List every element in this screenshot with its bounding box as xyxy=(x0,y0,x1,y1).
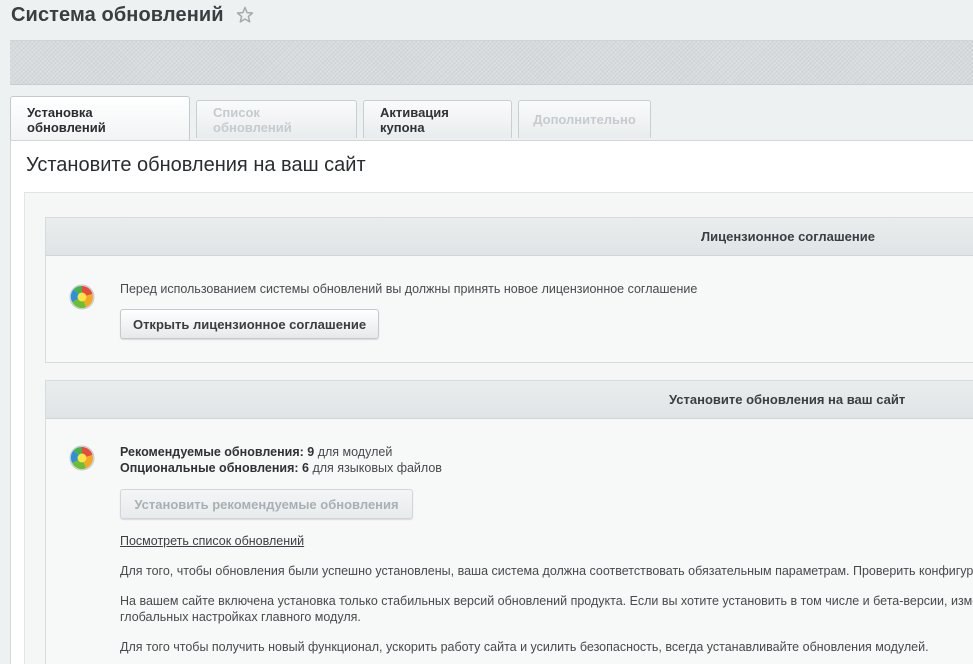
stable-versions-text-line2: глобальных настройках главного модуля. xyxy=(120,610,361,624)
tab-bar: Установка обновлений Список обновлений А… xyxy=(10,96,657,142)
license-section: Лицензионное соглашение Перед использова… xyxy=(45,217,973,363)
update-status-icon xyxy=(69,284,95,310)
content-title: Установите обновления на ваш сайт xyxy=(26,154,366,176)
inner-area: Лицензионное соглашение Перед использова… xyxy=(24,192,973,664)
license-section-header: Лицензионное соглашение xyxy=(46,218,973,256)
tab-additional[interactable]: Дополнительно xyxy=(518,100,651,138)
optional-label: Опциональные обновления: xyxy=(120,461,299,475)
license-text: Перед использованием системы обновлений … xyxy=(120,282,698,296)
requirements-text: Для того, чтобы обновления были успешно … xyxy=(120,564,973,578)
view-updates-list-link[interactable]: Посмотреть список обновлений xyxy=(120,534,304,548)
license-header-title: Лицензионное соглашение xyxy=(701,229,875,244)
tab-coupon-activation[interactable]: Активация купона xyxy=(363,100,512,138)
updates-section: Установите обновления на ваш сайт Рекоме… xyxy=(45,380,973,664)
updates-section-header: Установите обновления на ваш сайт xyxy=(46,381,973,419)
updates-header-title: Установите обновления на ваш сайт xyxy=(669,392,906,407)
recommended-updates-line: Рекомендуемые обновления: 9 для модулей xyxy=(120,445,392,459)
toolbar xyxy=(10,40,973,85)
optional-updates-line: Опциональные обновления: 6 для языковых … xyxy=(120,461,442,475)
star-icon[interactable] xyxy=(236,6,254,24)
update-status-icon xyxy=(69,445,95,471)
content-panel: Установите обновления на ваш сайт Лиценз… xyxy=(10,140,973,664)
open-license-button[interactable]: Открыть лицензионное соглашение xyxy=(120,309,379,339)
recommended-suffix: для модулей xyxy=(317,445,393,459)
recommended-count: 9 xyxy=(307,445,315,459)
optional-suffix: для языковых файлов xyxy=(312,461,442,475)
install-recommended-button[interactable]: Установить рекомендуемые обновления xyxy=(120,489,413,519)
page-title: Система обновлений xyxy=(11,3,224,26)
stable-versions-text-line1: На вашем сайте включена установка только… xyxy=(120,594,973,608)
page-header: Система обновлений xyxy=(11,0,254,30)
optional-count: 6 xyxy=(302,461,309,475)
recommendation-text: Для того чтобы получить новый функционал… xyxy=(120,640,929,654)
tab-updates-list[interactable]: Список обновлений xyxy=(196,100,357,138)
tab-install-updates[interactable]: Установка обновлений xyxy=(10,96,190,142)
recommended-label: Рекомендуемые обновления: xyxy=(120,445,304,459)
